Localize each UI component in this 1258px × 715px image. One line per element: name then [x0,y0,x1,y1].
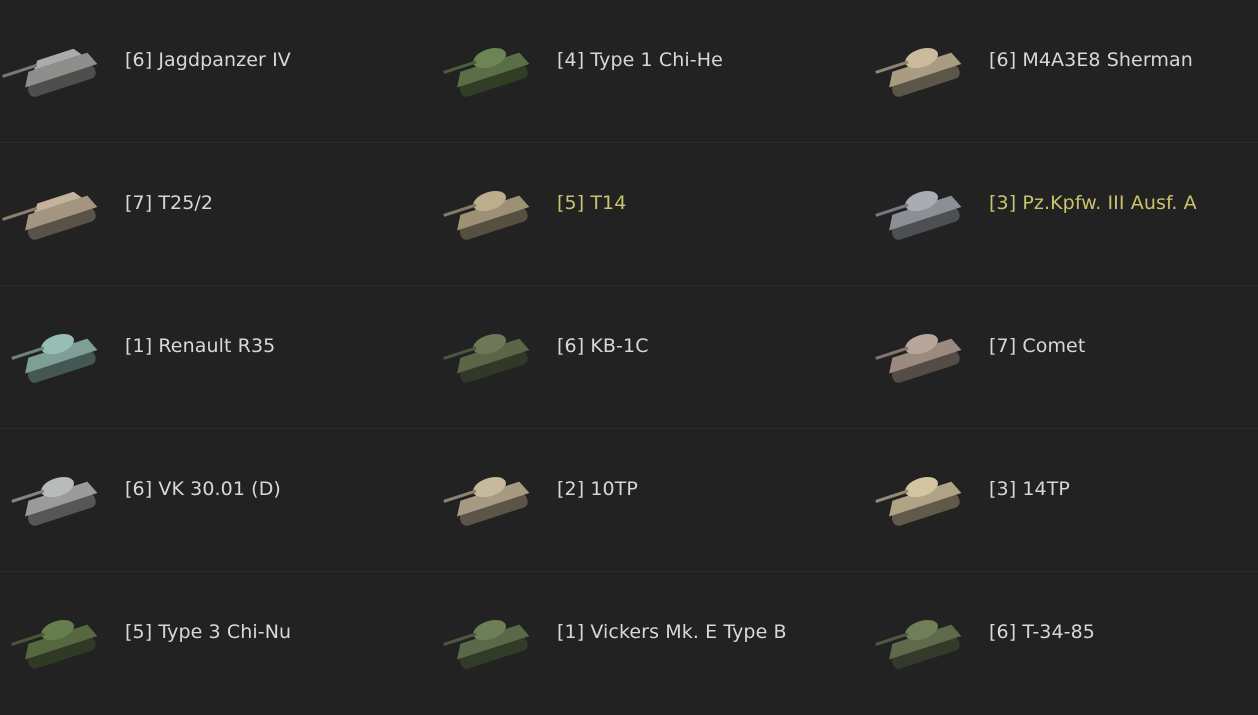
tank-icon [443,334,530,383]
tank-name: [5] Type 3 Chi-Nu [125,621,292,643]
tank-name: [4] Type 1 Chi-He [557,49,723,71]
tank-list: [6] Jagdpanzer IV [4] Type 1 Chi-He [6] … [0,0,1258,708]
tank-entry[interactable]: [5] T14 [432,143,864,286]
tank-icon [443,48,530,97]
tank-name: [1] Vickers Mk. E Type B [557,621,787,643]
tank-icon [875,191,962,240]
tank-icon [875,334,962,383]
tank-row: [5] Type 3 Chi-Nu [1] Vickers Mk. E Type… [0,572,1258,715]
tank-destroyer-icon [2,48,98,97]
tank-destroyer-icon [2,191,98,240]
tank-name: [1] Renault R35 [125,335,276,357]
tank-entry[interactable]: [6] M4A3E8 Sherman [864,0,1258,143]
tank-name: [6] T-34-85 [989,621,1095,643]
tank-entry[interactable]: [1] Vickers Mk. E Type B [432,572,864,715]
tank-icon [11,334,98,383]
tank-row: [7] T25/2 [5] T14 [3] Pz.Kpfw. III Ausf.… [0,143,1258,286]
tank-entry[interactable]: [6] T-34-85 [864,572,1258,715]
tank-entry[interactable]: [3] 14TP [864,429,1258,572]
tank-entry[interactable]: [6] Jagdpanzer IV [0,0,432,143]
tank-name: [2] 10TP [557,478,638,500]
tank-entry[interactable]: [6] KB-1C [432,286,864,429]
tank-entry[interactable]: [3] Pz.Kpfw. III Ausf. A [864,143,1258,286]
tank-name: [3] 14TP [989,478,1070,500]
tank-row: [6] VK 30.01 (D) [2] 10TP [3] 14TP [0,429,1258,572]
tank-icon [875,48,962,97]
tank-entry[interactable]: [4] Type 1 Chi-He [432,0,864,143]
tank-icon [11,620,98,669]
tank-row: [1] Renault R35 [6] KB-1C [7] Comet [0,286,1258,429]
tank-entry[interactable]: [1] Renault R35 [0,286,432,429]
tank-entry[interactable]: [5] Type 3 Chi-Nu [0,572,432,715]
tank-entry[interactable]: [2] 10TP [432,429,864,572]
tank-name: [7] Comet [989,335,1086,357]
tank-name: [6] Jagdpanzer IV [125,49,291,71]
tank-name: [7] T25/2 [125,192,214,214]
tank-row: [6] Jagdpanzer IV [4] Type 1 Chi-He [6] … [0,0,1258,143]
tank-name: [6] M4A3E8 Sherman [989,49,1193,71]
tank-name: [6] VK 30.01 (D) [125,478,281,500]
tank-icon [875,620,962,669]
tank-entry[interactable]: [7] Comet [864,286,1258,429]
tank-entry[interactable]: [7] T25/2 [0,143,432,286]
tank-icon [443,191,530,240]
tank-icon [443,620,530,669]
tank-name: [5] T14 [557,192,627,214]
tank-icon [11,477,98,526]
tank-entry[interactable]: [6] VK 30.01 (D) [0,429,432,572]
tank-icon [443,477,530,526]
tank-name: [3] Pz.Kpfw. III Ausf. A [989,192,1197,214]
tank-icon [875,477,962,526]
tank-name: [6] KB-1C [557,335,649,357]
